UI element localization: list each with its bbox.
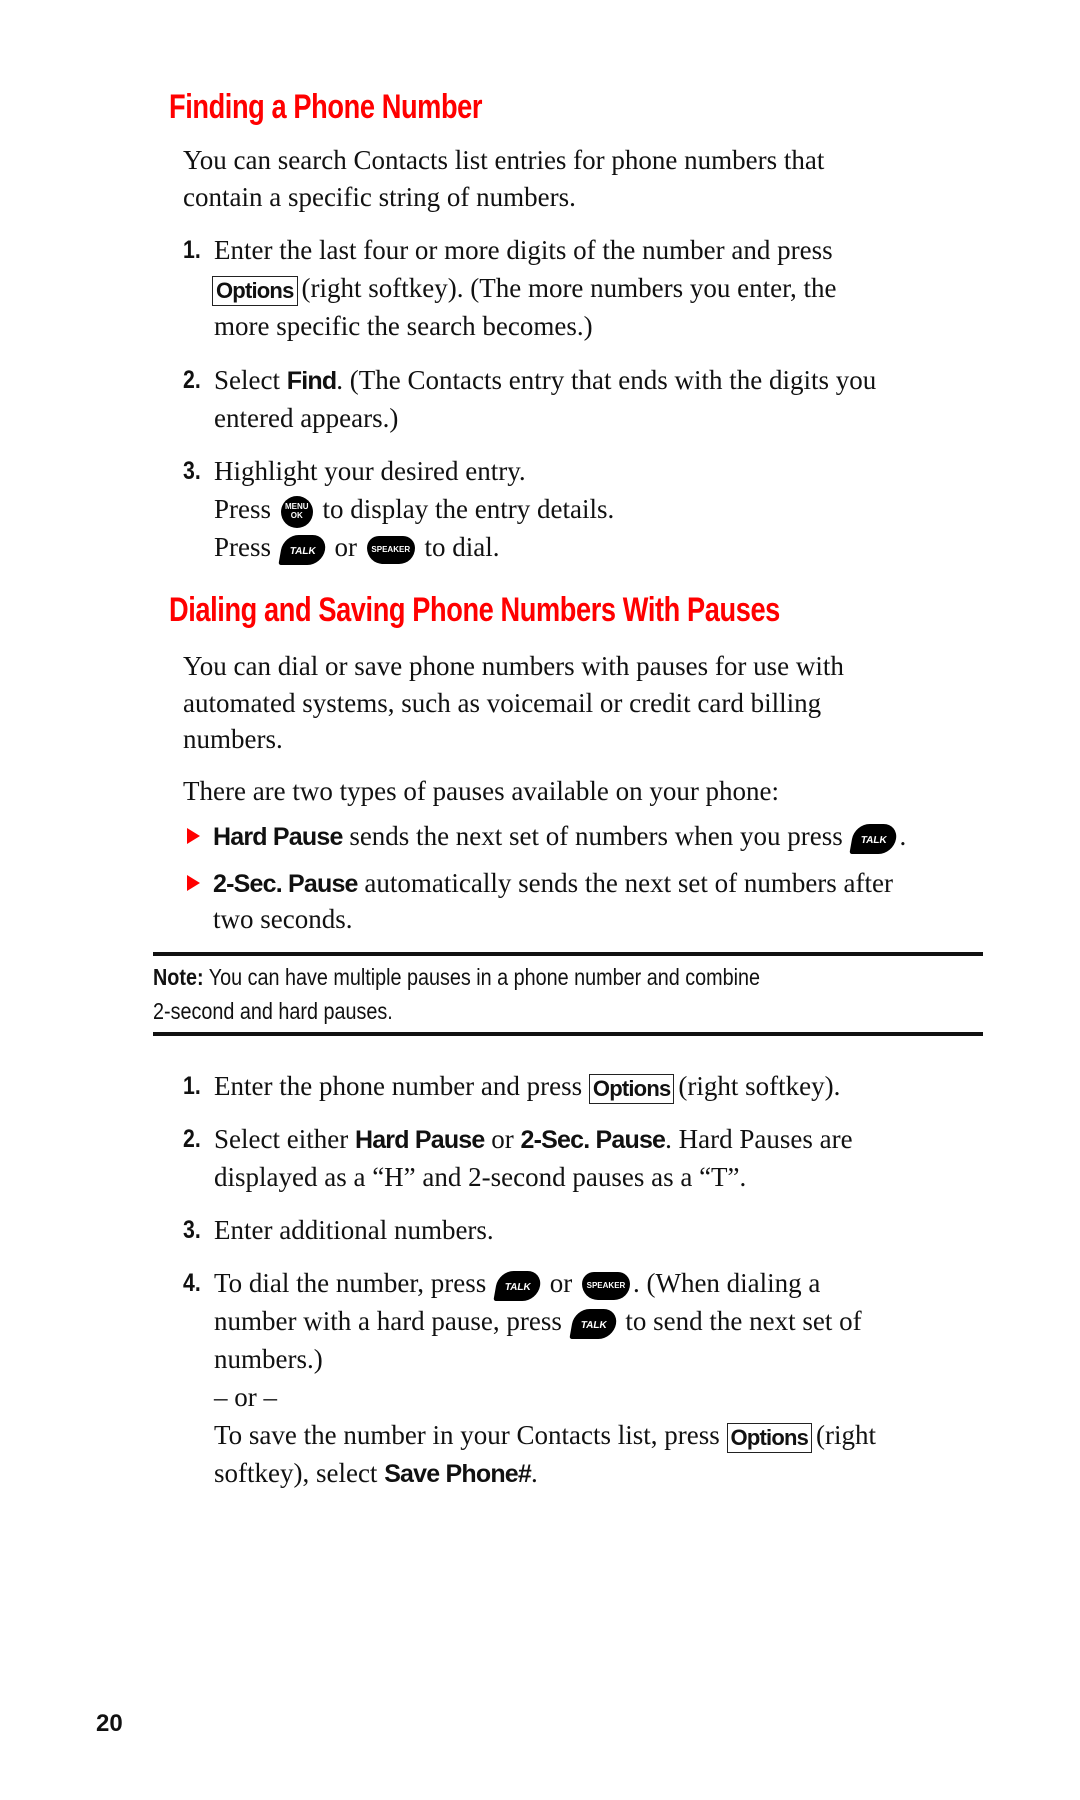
speaker-button-icon: SPEAKER bbox=[366, 535, 415, 564]
s2-step-2-pre: Select either bbox=[214, 1124, 355, 1154]
or-text: or bbox=[549, 1268, 573, 1298]
step-1-line-2-text: (right softkey). (The more numbers you e… bbox=[301, 273, 837, 303]
talk-button-icon: TALK bbox=[493, 1270, 543, 1301]
step-1-line-2: Options (right softkey). (The more number… bbox=[212, 270, 837, 306]
step-number: 1. bbox=[183, 236, 201, 264]
step-1-line-3: more specific the search becomes.) bbox=[214, 311, 593, 341]
note-bottom-rule bbox=[153, 1032, 983, 1036]
step-number: 4. bbox=[183, 1269, 201, 1297]
note-line-1: Note: You can have multiple pauses in a … bbox=[153, 960, 760, 994]
dial-pre: To dial the number, press bbox=[214, 1268, 487, 1298]
step-2-line-2: entered appears.) bbox=[214, 403, 399, 433]
note-text-1: You can have multiple pauses in a phone … bbox=[203, 964, 760, 990]
two-sec-pause-text: automatically sends the next set of numb… bbox=[357, 868, 894, 898]
period: . bbox=[531, 1458, 538, 1488]
hard-pause-pre: number with a hard pause, press bbox=[214, 1306, 562, 1336]
step-2-line-1: Select Find. (The Contacts entry that en… bbox=[214, 362, 876, 399]
dial-post: . (When dialing a bbox=[632, 1268, 821, 1298]
bullet-triangle-icon bbox=[187, 875, 200, 891]
s2-step-4-line-2: number with a hard pause, press TALK to … bbox=[214, 1303, 862, 1339]
page-number: 20 bbox=[96, 1710, 123, 1737]
s2-step-1-post: (right softkey). bbox=[678, 1071, 841, 1101]
options-softkey: Options bbox=[726, 1422, 813, 1453]
step-3-line-2: Press MENU OK to display the entry detail… bbox=[214, 491, 614, 528]
display-details-text: to display the entry details. bbox=[322, 494, 615, 524]
step-1-line-1: Enter the last four or more digits of th… bbox=[214, 235, 833, 265]
s2-step-1-pre: Enter the phone number and press bbox=[214, 1071, 583, 1101]
s2-step-4-line-6: softkey), select Save Phone#. bbox=[214, 1455, 538, 1492]
s2-step-2-line-1: Select either Hard Pause or 2-Sec. Pause… bbox=[214, 1121, 853, 1158]
hard-pause-label: Hard Pause bbox=[213, 823, 343, 851]
or-separator: – or – bbox=[214, 1382, 277, 1412]
intro2-line-3: numbers. bbox=[183, 724, 283, 754]
step-number: 3. bbox=[183, 1216, 201, 1244]
intro-line-2: contain a specific string of numbers. bbox=[183, 182, 576, 212]
bullet-triangle-icon bbox=[187, 828, 200, 844]
step-2-pre: Select bbox=[214, 365, 287, 395]
intro-line-1: You can search Contacts list entries for… bbox=[183, 145, 825, 175]
period: . bbox=[899, 821, 907, 851]
intro2-line-2: automated systems, such as voicemail or … bbox=[183, 688, 822, 718]
two-sec-pause-label: 2-Sec. Pause bbox=[213, 870, 358, 898]
select-pre: softkey), select bbox=[214, 1458, 385, 1488]
s2-step-4-line-5: To save the number in your Contacts list… bbox=[214, 1417, 876, 1453]
hard-pause-post: to send the next set of bbox=[625, 1306, 862, 1336]
find-label: Find bbox=[286, 367, 337, 395]
note-label: Note: bbox=[153, 964, 204, 990]
talk-button-icon: TALK bbox=[278, 534, 328, 565]
s2-step-2-post: . Hard Pauses are bbox=[665, 1124, 853, 1154]
save-phone-option: Save Phone# bbox=[384, 1460, 532, 1488]
s2-step-3: Enter additional numbers. bbox=[214, 1215, 494, 1245]
s2-step-4-line-3: numbers.) bbox=[214, 1344, 323, 1374]
talk-button-icon: TALK bbox=[569, 1308, 619, 1339]
s2-step-1: Enter the phone number and press Options… bbox=[214, 1068, 840, 1104]
section-heading-dialing-with-pauses: Dialing and Saving Phone Numbers With Pa… bbox=[169, 591, 780, 629]
menu-ok-button-icon: MENU OK bbox=[280, 495, 313, 528]
menu-text: MENU bbox=[284, 501, 309, 511]
step-number: 2. bbox=[183, 366, 201, 394]
two-sec-pause-option: 2-Sec. Pause bbox=[520, 1126, 666, 1154]
save-pre: To save the number in your Contacts list… bbox=[214, 1420, 720, 1450]
note-top-rule bbox=[153, 952, 983, 956]
speaker-button-icon: SPEAKER bbox=[581, 1271, 630, 1300]
note-line-2: 2-second and hard pauses. bbox=[153, 998, 393, 1024]
or-text: or bbox=[334, 532, 358, 562]
step-2-post: . (The Contacts entry that ends with the… bbox=[336, 365, 877, 395]
step-3-line-3: Press TALK or SPEAKER to dial. bbox=[214, 529, 500, 565]
hard-pause-text: sends the next set of numbers when you p… bbox=[342, 821, 843, 851]
save-post: (right bbox=[816, 1420, 877, 1450]
pause-types-intro: There are two types of pauses available … bbox=[183, 776, 780, 806]
to-dial-text: to dial. bbox=[424, 532, 500, 562]
intro2-line-1: You can dial or save phone numbers with … bbox=[183, 651, 844, 681]
options-softkey: Options bbox=[212, 275, 298, 306]
bullet-hard-pause: Hard Pause sends the next set of numbers… bbox=[213, 818, 906, 855]
bullet-2sec-pause-line-2: two seconds. bbox=[213, 904, 353, 934]
or-text: or bbox=[484, 1124, 521, 1154]
talk-button-icon: TALK bbox=[849, 823, 900, 854]
hard-pause-option: Hard Pause bbox=[354, 1126, 485, 1154]
manual-page: Finding a Phone Number You can search Co… bbox=[0, 0, 1080, 1800]
s2-step-4-line-1: To dial the number, press TALK or SPEAKE… bbox=[214, 1265, 820, 1301]
step-3-line-1: Highlight your desired entry. bbox=[214, 456, 526, 486]
section-heading-finding-phone-number: Finding a Phone Number bbox=[169, 88, 483, 126]
press-text: Press bbox=[214, 532, 272, 562]
ok-text: OK bbox=[290, 510, 303, 520]
options-softkey: Options bbox=[588, 1073, 675, 1104]
step-number: 2. bbox=[183, 1125, 201, 1153]
bullet-2sec-pause: 2-Sec. Pause automatically sends the nex… bbox=[213, 865, 893, 902]
press-text: Press bbox=[214, 494, 272, 524]
s2-step-2-line-2: displayed as a “H” and 2-second pauses a… bbox=[214, 1162, 747, 1192]
step-number: 3. bbox=[183, 457, 201, 485]
step-number: 1. bbox=[183, 1072, 201, 1100]
